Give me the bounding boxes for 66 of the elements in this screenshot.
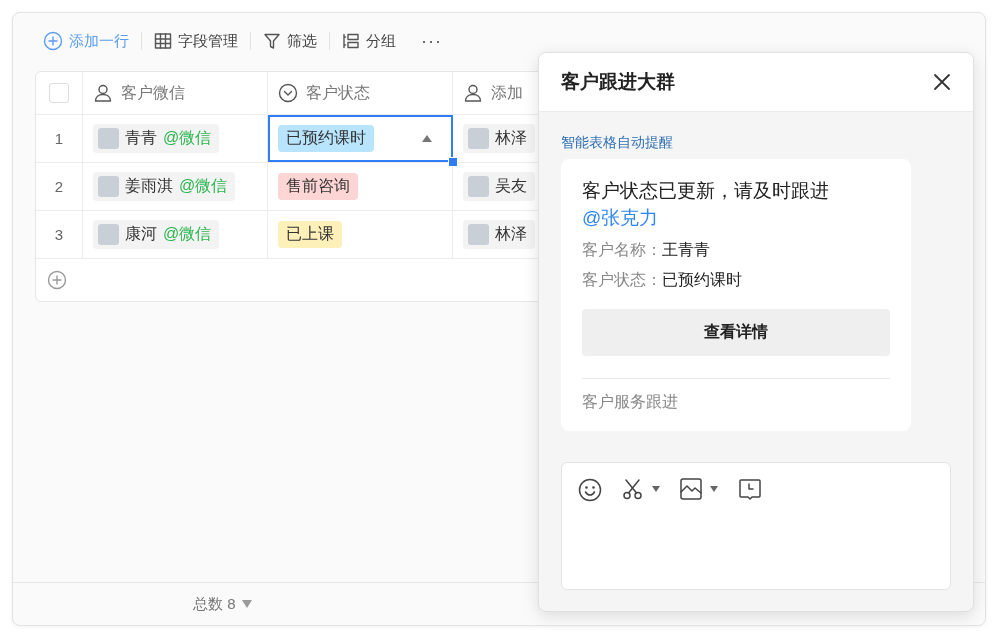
column-header[interactable]: 客户状态 <box>306 82 370 104</box>
group-button[interactable]: 分组 <box>338 28 400 54</box>
row-number: 2 <box>54 178 64 195</box>
caret-icon <box>241 600 252 608</box>
field-label: 客户状态： <box>582 270 662 290</box>
image-icon[interactable] <box>680 478 702 500</box>
contact-chip[interactable]: 康河 @微信 <box>93 220 220 249</box>
member-name: 吴友 <box>495 176 527 196</box>
status-tag: 已预约课时 <box>278 125 374 152</box>
contact-source: @微信 <box>163 224 212 244</box>
row-number: 1 <box>54 130 64 147</box>
contact-source: @微信 <box>179 176 228 196</box>
member-name: 林泽 <box>495 128 527 148</box>
avatar-placeholder <box>468 224 489 245</box>
panel-title: 客户跟进大群 <box>561 70 675 94</box>
view-details-button[interactable]: 查看详情 <box>582 309 890 356</box>
contact-source: @微信 <box>163 128 212 148</box>
field-value: 王青青 <box>662 240 710 260</box>
caret-icon[interactable] <box>422 135 432 142</box>
chevron-circle-icon <box>278 83 298 103</box>
avatar-placeholder <box>98 224 119 245</box>
avatar-placeholder <box>468 176 489 197</box>
clock-message-icon[interactable] <box>738 478 762 502</box>
add-icon <box>43 31 63 51</box>
contact-name: 姜雨淇 <box>125 176 173 196</box>
row-number: 3 <box>54 226 64 243</box>
column-header[interactable]: 添加 <box>491 82 523 104</box>
member-chip[interactable]: 林泽 <box>463 220 535 249</box>
add-row-icon[interactable] <box>47 270 67 290</box>
group-icon <box>342 32 360 50</box>
filter-button[interactable]: 筛选 <box>259 28 321 54</box>
more-button[interactable]: ··· <box>417 28 446 54</box>
close-icon[interactable] <box>933 73 951 91</box>
mention-link[interactable]: @张克力 <box>582 204 890 231</box>
fill-handle[interactable] <box>448 157 458 167</box>
emoji-icon[interactable] <box>578 478 602 502</box>
contact-name: 青青 <box>125 128 157 148</box>
filter-icon <box>263 32 281 50</box>
caret-icon[interactable] <box>652 486 660 492</box>
bot-name: 智能表格自动提醒 <box>561 134 674 152</box>
status-tag: 已上课 <box>278 221 342 248</box>
avatar-placeholder <box>98 176 119 197</box>
select-all-checkbox[interactable] <box>49 83 69 103</box>
total-count-button[interactable]: 总数 8 <box>193 594 252 614</box>
person-icon <box>463 83 483 103</box>
avatar-placeholder <box>98 128 119 149</box>
person-icon <box>93 83 113 103</box>
field-value: 已预约课时 <box>662 270 742 290</box>
fields-button[interactable]: 字段管理 <box>150 28 242 54</box>
avatar-placeholder <box>468 128 489 149</box>
contact-chip[interactable]: 姜雨淇 @微信 <box>93 172 236 201</box>
scissors-icon[interactable] <box>622 478 644 500</box>
grid-icon <box>154 32 172 50</box>
contact-name: 康河 <box>125 224 157 244</box>
status-tag: 售前咨询 <box>278 173 358 200</box>
caret-icon[interactable] <box>710 486 718 492</box>
selected-cell[interactable]: 已预约课时 <box>268 115 453 162</box>
contact-chip[interactable]: 青青 @微信 <box>93 124 220 153</box>
member-name: 林泽 <box>495 224 527 244</box>
member-chip[interactable]: 林泽 <box>463 124 535 153</box>
column-header[interactable]: 客户微信 <box>121 82 185 104</box>
message-title: 客户状态已更新，请及时跟进 <box>582 179 830 203</box>
message-input-field[interactable] <box>561 462 951 590</box>
member-chip[interactable]: 吴友 <box>463 172 535 201</box>
field-label: 客户名称： <box>582 240 662 260</box>
message-footer: 客户服务跟进 <box>582 389 890 415</box>
